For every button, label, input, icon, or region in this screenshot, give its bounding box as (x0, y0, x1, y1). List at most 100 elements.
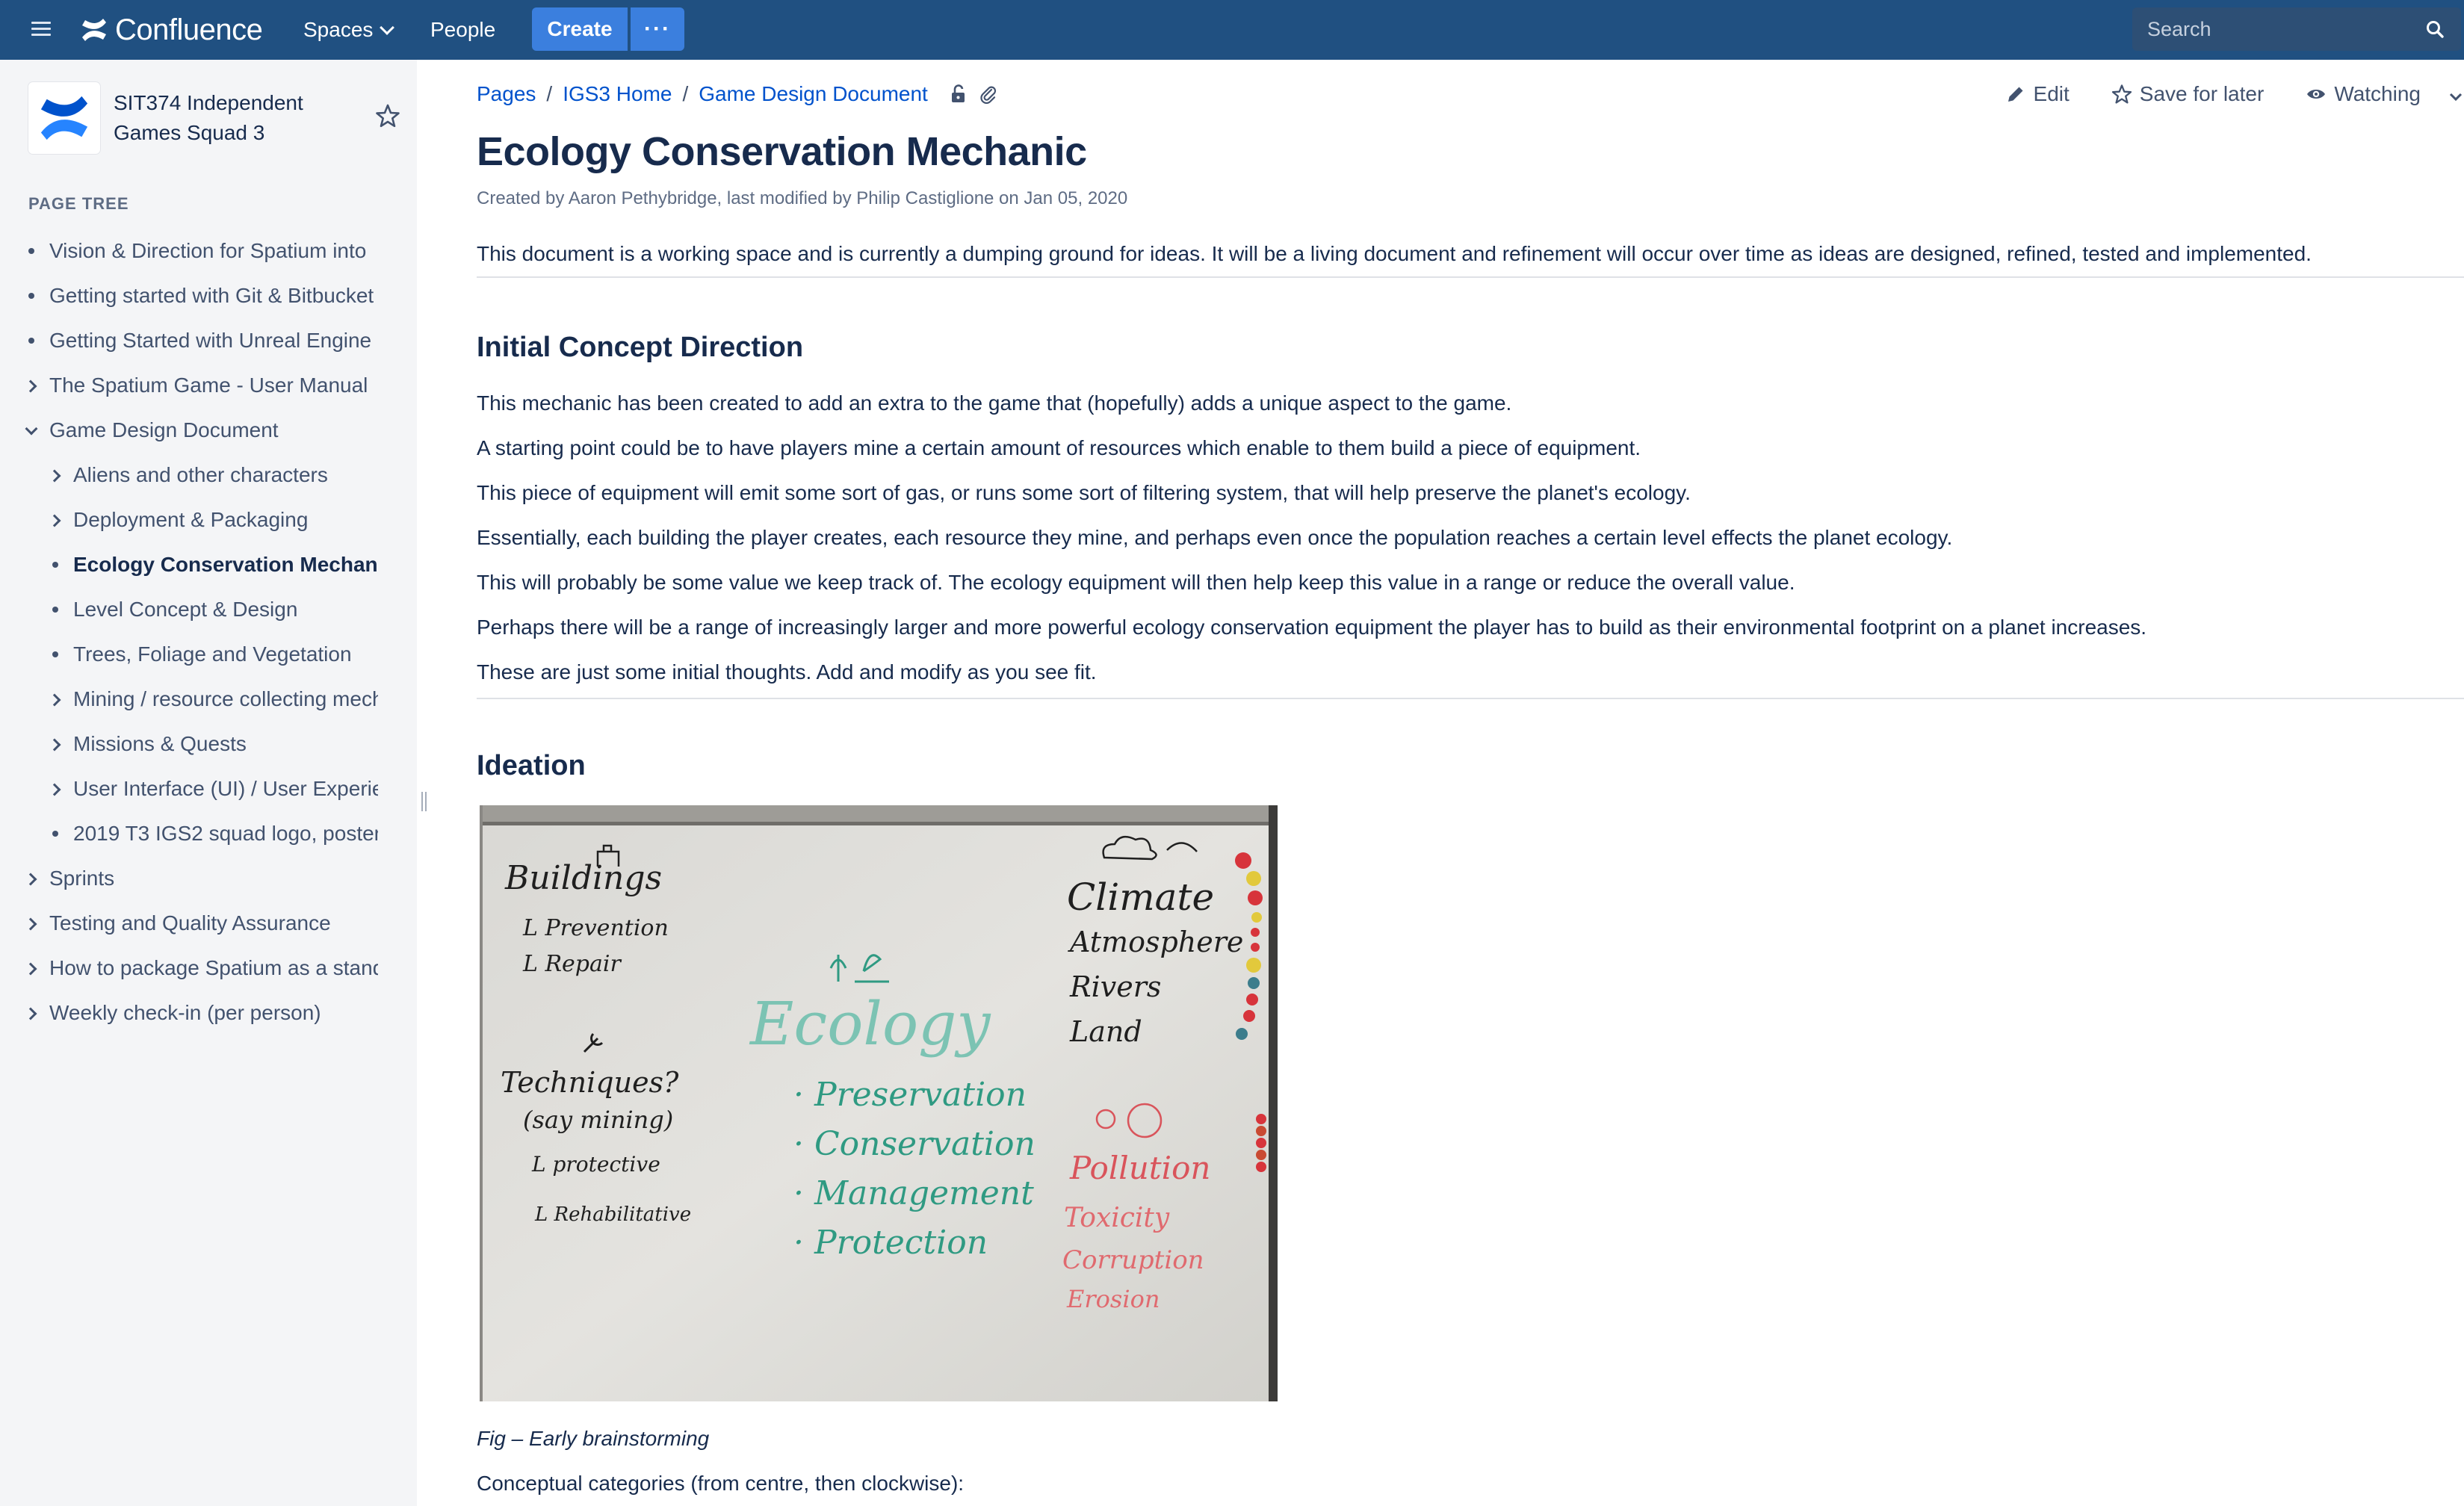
bullet-icon (49, 648, 61, 660)
sidebar-tree-item[interactable]: 2019 T3 IGS2 squad logo, poster (0, 811, 381, 856)
unlock-icon[interactable] (949, 84, 968, 104)
search-input[interactable]: Search (2132, 7, 2461, 51)
sidebar-tree-item[interactable]: Getting Started with Unreal Engine (0, 318, 381, 363)
edit-label: Edit (2033, 82, 2070, 105)
star-icon[interactable] (375, 103, 400, 128)
sidebar-tree-item[interactable]: Vision & Direction for Spatium into (0, 229, 381, 273)
whiteboard-image[interactable]: Buildings L Prevention L Repair Techniqu… (480, 805, 1278, 1401)
breadcrumb-separator: / (682, 82, 689, 105)
whiteboard-text: Rivers (1069, 970, 1161, 1003)
sidebar-tree-item-label: Game Design Document (49, 418, 279, 441)
sidebar-tree-item[interactable]: Ecology Conservation Mechanic (0, 542, 381, 587)
bullet-icon (25, 335, 37, 347)
people-link[interactable]: People (430, 16, 495, 43)
spaces-menu[interactable]: Spaces (303, 16, 395, 43)
menu-icon[interactable] (30, 18, 52, 40)
sidebar-tree-item[interactable]: Getting started with Git & Bitbucket (0, 273, 381, 318)
whiteboard-text: Atmosphere (1068, 926, 1243, 958)
sidebar-tree-item[interactable]: Mining / resource collecting mechanic (0, 677, 381, 722)
bullet-icon (25, 290, 37, 302)
pencil-icon (2008, 87, 2023, 102)
more-actions-icon[interactable] (2448, 86, 2464, 102)
space-logo[interactable] (28, 82, 100, 154)
page-tree-heading: PAGE TREE (28, 194, 129, 213)
whiteboard-text: Buildings (504, 859, 662, 897)
attachment-icon[interactable] (979, 84, 998, 104)
chevron-right-icon[interactable] (25, 873, 37, 884)
breadcrumb-game-design-document[interactable]: Game Design Document (699, 82, 928, 106)
figure-caption: Fig – Early brainstorming (477, 1427, 710, 1450)
page-tree: Vision & Direction for Spatium into Getti… (0, 229, 381, 1035)
page-title: Ecology Conservation Mechanic (477, 129, 1087, 174)
sidebar-tree-item-label: The Spatium Game - User Manual (49, 374, 368, 397)
top-navigation-bar: Confluence Spaces People Create ··· Sear… (0, 0, 2464, 60)
watching-button[interactable]: Watching (2306, 82, 2421, 106)
sidebar-tree-item[interactable]: Sprints (0, 856, 381, 901)
sidebar-tree-item-label: Vision & Direction for Spatium into (49, 239, 367, 262)
chevron-right-icon[interactable] (25, 1007, 37, 1019)
chevron-right-icon[interactable] (49, 514, 61, 526)
chevron-right-icon[interactable] (49, 469, 61, 481)
sidebar-tree-item[interactable]: Weekly check-in (per person) (0, 991, 381, 1035)
confluence-logo-icon (82, 19, 106, 41)
sidebar-tree-item-label: Aliens and other characters (73, 463, 328, 486)
sidebar-tree-item-label: 2019 T3 IGS2 squad logo, poster (73, 822, 378, 845)
search-icon[interactable] (2425, 19, 2445, 39)
categories-intro: Conceptual categories (from centre, then… (477, 1472, 965, 1495)
sidebar-tree-item-label: Sprints (49, 867, 115, 890)
sidebar-resize-handle[interactable] (420, 792, 429, 814)
create-more-button[interactable]: ··· (631, 7, 684, 51)
sidebar-tree-item-label: Getting started with Git & Bitbucket (49, 284, 374, 307)
breadcrumb: Pages / IGS3 Home / Game Design Document (477, 82, 998, 106)
sidebar-tree-item-label: User Interface (UI) / User Experience (73, 777, 378, 800)
divider (477, 276, 2464, 278)
paragraph: A starting point could be to have player… (477, 436, 1641, 459)
breadcrumb-separator: / (546, 82, 553, 105)
space-name[interactable]: SIT374 Independent Games Squad 3 (114, 88, 353, 148)
chevron-right-icon[interactable] (49, 783, 61, 795)
whiteboard-text: Corruption (1062, 1245, 1204, 1275)
space-avatar-icon (40, 96, 88, 140)
sidebar-tree-item-label: Weekly check-in (per person) (49, 1001, 321, 1024)
chevron-right-icon[interactable] (25, 917, 37, 929)
create-button[interactable]: Create (532, 7, 628, 51)
whiteboard-text: · Preservation (793, 1076, 1027, 1114)
sidebar-tree-item[interactable]: Deployment & Packaging (0, 498, 381, 542)
whiteboard-text: Ecology (749, 989, 991, 1059)
chevron-down-icon[interactable] (25, 424, 37, 436)
whiteboard-text: Erosion (1066, 1285, 1160, 1313)
sidebar-tree-item[interactable]: How to package Spatium as a standalone (0, 946, 381, 991)
paragraph: This piece of equipment will emit some s… (477, 481, 1691, 504)
whiteboard-text: Climate (1067, 876, 1214, 919)
paragraph: Perhaps there will be a range of increas… (477, 616, 2147, 639)
chevron-right-icon[interactable] (49, 738, 61, 750)
chevron-right-icon[interactable] (49, 693, 61, 705)
sidebar-tree-item[interactable]: Level Concept & Design (0, 587, 381, 632)
sidebar-tree-item[interactable]: The Spatium Game - User Manual (0, 363, 381, 408)
sidebar-tree-item[interactable]: Testing and Quality Assurance (0, 901, 381, 946)
sidebar-tree-item[interactable]: Trees, Foliage and Vegetation (0, 632, 381, 677)
chevron-right-icon[interactable] (25, 962, 37, 974)
sidebar-tree-item[interactable]: Aliens and other characters (0, 453, 381, 498)
whiteboard-drawing: Buildings L Prevention L Repair Techniqu… (480, 805, 1278, 1401)
breadcrumb-igs3-home[interactable]: IGS3 Home (563, 82, 672, 106)
bullet-icon (49, 604, 61, 616)
sidebar-tree-item[interactable]: User Interface (UI) / User Experience (0, 766, 381, 811)
divider (477, 698, 2464, 699)
sidebar-tree-item-label: Ecology Conservation Mechanic (73, 553, 378, 576)
confluence-logo[interactable]: Confluence (81, 10, 263, 49)
whiteboard-text: Techniques? (501, 1066, 679, 1099)
chevron-right-icon[interactable] (25, 379, 37, 391)
edit-button[interactable]: Edit (2005, 82, 2070, 106)
whiteboard-text: · Conservation (793, 1125, 1036, 1163)
sidebar-tree-item[interactable]: Missions & Quests (0, 722, 381, 766)
breadcrumb-pages[interactable]: Pages (477, 82, 536, 106)
paragraph: This mechanic has been created to add an… (477, 391, 1512, 415)
sidebar-tree-item[interactable]: Game Design Document (0, 408, 381, 453)
bullet-icon (49, 828, 61, 840)
paragraph: These are just some initial thoughts. Ad… (477, 660, 1097, 684)
paragraph: This will probably be some value we keep… (477, 571, 1795, 594)
save-for-later-button[interactable]: Save for later (2111, 82, 2264, 106)
sidebar-tree-item-label: Deployment & Packaging (73, 508, 309, 531)
sidebar-tree-item-label: Missions & Quests (73, 732, 247, 755)
